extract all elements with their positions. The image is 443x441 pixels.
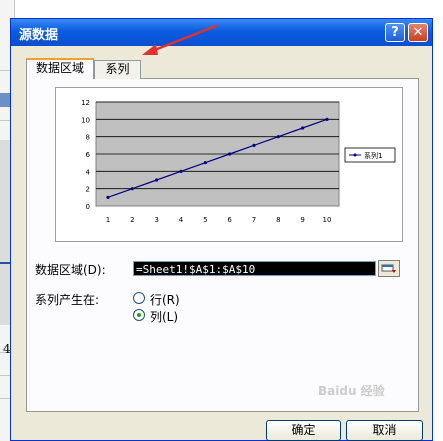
collapse-dialog-button[interactable] — [378, 260, 400, 277]
range-select-icon — [381, 264, 396, 273]
close-button[interactable]: ✕ — [408, 23, 428, 42]
y-tick-label: 10 — [81, 116, 90, 124]
data-point — [228, 152, 232, 156]
data-range-label: 数据区域(D): — [35, 263, 106, 277]
data-point — [203, 161, 207, 165]
x-tick-label: 3 — [154, 216, 158, 224]
legend-label: 系列1 — [364, 151, 382, 160]
data-point — [325, 117, 329, 121]
data-point — [276, 135, 280, 139]
radio-columns[interactable] — [133, 309, 145, 321]
title-bar[interactable]: 源数据 ? ✕ — [11, 19, 432, 46]
chart-preview: 0 2 4 6 8 10 12 1 2 3 4 5 6 7 8 9 10 系列1 — [55, 87, 403, 242]
series-in-label: 系列产生在: — [35, 293, 100, 307]
y-tick-label: 0 — [86, 203, 90, 211]
x-tick-label: 4 — [179, 216, 184, 224]
y-tick-label: 12 — [81, 99, 90, 107]
data-point — [252, 143, 256, 147]
tab-series[interactable]: 系列 — [94, 60, 141, 79]
radio-rows-label[interactable]: 行(R) — [150, 291, 180, 308]
x-tick-label: 7 — [252, 216, 256, 224]
y-tick-label: 4 — [86, 168, 91, 176]
dialog-title: 源数据 — [19, 28, 59, 43]
data-point — [301, 126, 305, 130]
source-data-dialog: 源数据 ? ✕ 数据区域 系列 0 2 4 6 8 10 12 1 2 3 4 5 6 7 8 9 10 系列1 … — [10, 18, 433, 441]
data-point — [155, 178, 159, 182]
x-tick-label: 10 — [323, 216, 332, 224]
data-range-input[interactable]: =Sheet1!$A$1:$A$10 — [133, 261, 376, 276]
x-tick-label: 1 — [106, 216, 110, 224]
radio-columns-label[interactable]: 列(L) — [150, 308, 178, 325]
tab-data-range[interactable]: 数据区域 — [26, 58, 94, 79]
red-annotation-arrow — [142, 24, 218, 55]
radio-rows[interactable] — [133, 292, 145, 304]
data-point — [106, 195, 110, 199]
legend-marker — [353, 153, 357, 157]
data-point — [130, 187, 134, 191]
data-point — [179, 169, 183, 173]
x-tick-label: 9 — [300, 216, 304, 224]
y-tick-label: 2 — [86, 186, 90, 194]
x-tick-label: 6 — [227, 216, 232, 224]
x-tick-label: 2 — [130, 216, 134, 224]
cancel-button[interactable]: 取消 — [346, 420, 423, 441]
y-tick-label: 8 — [86, 134, 90, 142]
help-button[interactable]: ? — [385, 23, 405, 42]
line-chart: 0246810121 2 3 4 5 6 7 8 9 10系列1 — [81, 99, 396, 224]
ok-button[interactable]: 确定 — [266, 420, 341, 441]
watermark: Baidu 经验 — [318, 384, 385, 398]
x-tick-label: 8 — [276, 216, 280, 224]
x-tick-label: 5 — [203, 216, 207, 224]
y-tick-label: 6 — [86, 151, 91, 159]
